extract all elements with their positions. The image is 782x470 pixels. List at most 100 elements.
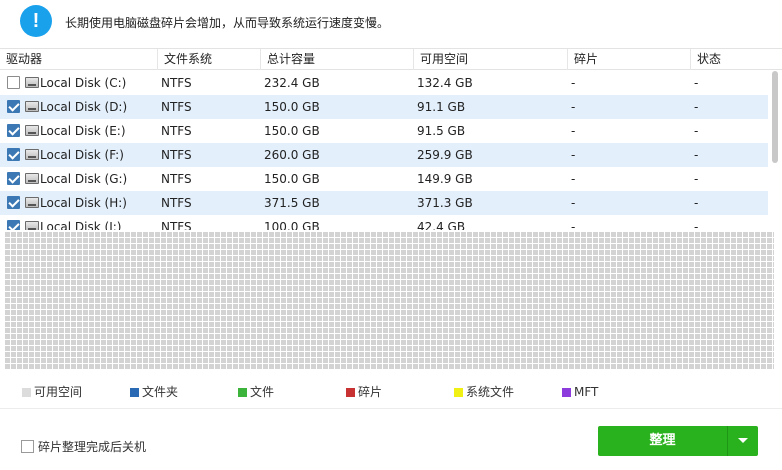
drive-status: - (694, 76, 699, 90)
legend-label: 系统文件 (466, 385, 515, 399)
drive-fragment: - (571, 148, 576, 162)
drive-filesystem: NTFS (161, 100, 192, 114)
drive-total: 100.0 GB (264, 220, 320, 230)
drive-fragment: - (571, 100, 576, 114)
scrollbar-thumb[interactable] (772, 71, 778, 163)
drive-name: Local Disk (E:) (40, 124, 126, 138)
legend-swatch (454, 388, 463, 397)
legend-swatch (346, 388, 355, 397)
column-header-total[interactable]: 总计容量 (261, 49, 414, 70)
drive-filesystem: NTFS (161, 196, 192, 210)
legend-swatch (22, 388, 31, 397)
hard-disk-icon (25, 197, 39, 208)
drive-fragment: - (571, 220, 576, 230)
drive-name: Local Disk (C:) (40, 76, 127, 90)
legend-item: 文件 (238, 382, 274, 402)
legend-item: 可用空间 (22, 382, 82, 402)
drive-table: 驱动器 文件系统 总计容量 可用空间 碎片 状态 Local Disk (C:)… (0, 48, 782, 230)
disk-block-map (4, 231, 774, 369)
drive-filesystem: NTFS (161, 172, 192, 186)
footer-divider (0, 408, 782, 409)
drive-filesystem: NTFS (161, 148, 192, 162)
hard-disk-icon (25, 149, 39, 160)
drive-filesystem: NTFS (161, 76, 192, 90)
drive-total: 150.0 GB (264, 124, 320, 138)
drive-total: 371.5 GB (264, 196, 320, 210)
drive-total: 260.0 GB (264, 148, 320, 162)
drive-free: 91.1 GB (417, 100, 466, 114)
legend-item: MFT (562, 382, 598, 402)
legend-item: 碎片 (346, 382, 382, 402)
column-header-drive[interactable]: 驱动器 (0, 49, 158, 70)
table-row[interactable]: Local Disk (H:) NTFS 371.5 GB 371.3 GB - - (0, 191, 768, 215)
table-row[interactable]: Local Disk (F:) NTFS 260.0 GB 259.9 GB - - (0, 143, 768, 167)
legend-label: 文件夹 (142, 385, 179, 399)
legend-label: 可用空间 (34, 385, 83, 399)
drive-total: 232.4 GB (264, 76, 320, 90)
drive-status: - (694, 100, 699, 114)
legend: 可用空间 文件夹 文件 碎片 系统文件 MFT (0, 382, 782, 402)
drive-checkbox[interactable] (7, 124, 20, 137)
drive-fragment: - (571, 124, 576, 138)
table-body: Local Disk (C:) NTFS 232.4 GB 132.4 GB - - Loc… (0, 71, 770, 230)
table-row[interactable]: Local Disk (D:) NTFS 150.0 GB 91.1 GB - - (0, 95, 768, 119)
defrag-button[interactable]: 整理 (598, 426, 727, 456)
column-header-status[interactable]: 状态 (691, 49, 782, 70)
table-row[interactable]: Local Disk (G:) NTFS 150.0 GB 149.9 GB - - (0, 167, 768, 191)
hard-disk-icon (25, 173, 39, 184)
legend-item: 系统文件 (454, 382, 514, 402)
drive-name: Local Disk (D:) (40, 100, 128, 114)
table-scrollbar[interactable] (771, 71, 779, 211)
column-header-filesystem[interactable]: 文件系统 (158, 49, 261, 70)
drive-checkbox[interactable] (7, 220, 20, 230)
legend-label: 文件 (250, 385, 275, 399)
shutdown-label[interactable]: 碎片整理完成后关机 (38, 438, 146, 455)
drive-free: 259.9 GB (417, 148, 473, 162)
legend-swatch (130, 388, 139, 397)
table-header: 驱动器 文件系统 总计容量 可用空间 碎片 状态 (0, 49, 782, 70)
drive-checkbox[interactable] (7, 148, 20, 161)
drive-free: 149.9 GB (417, 172, 473, 186)
table-row[interactable]: Local Disk (E:) NTFS 150.0 GB 91.5 GB - - (0, 119, 768, 143)
column-header-free[interactable]: 可用空间 (414, 49, 568, 70)
drive-free: 132.4 GB (417, 76, 473, 90)
legend-swatch (562, 388, 571, 397)
legend-label: MFT (574, 385, 599, 399)
drive-fragment: - (571, 196, 576, 210)
drive-fragment: - (571, 76, 576, 90)
drive-status: - (694, 220, 699, 230)
drive-status: - (694, 196, 699, 210)
exclamation-icon: ! (20, 5, 52, 37)
drive-free: 42.4 GB (417, 220, 466, 230)
shutdown-checkbox[interactable] (21, 440, 34, 453)
legend-label: 碎片 (358, 385, 383, 399)
legend-swatch (238, 388, 247, 397)
table-row[interactable]: Local Disk (C:) NTFS 232.4 GB 132.4 GB - - (0, 71, 768, 95)
drive-total: 150.0 GB (264, 172, 320, 186)
drive-checkbox[interactable] (7, 196, 20, 209)
hard-disk-icon (25, 101, 39, 112)
drive-status: - (694, 172, 699, 186)
drive-name: Local Disk (H:) (40, 196, 127, 210)
column-header-fragment[interactable]: 碎片 (568, 49, 691, 70)
defrag-dropdown-button[interactable] (728, 426, 758, 456)
hard-disk-icon (25, 77, 39, 88)
drive-name: Local Disk (F:) (40, 148, 124, 162)
drive-name: Local Disk (G:) (40, 172, 128, 186)
drive-total: 150.0 GB (264, 100, 320, 114)
drive-status: - (694, 148, 699, 162)
drive-checkbox[interactable] (7, 100, 20, 113)
hard-disk-icon (25, 125, 39, 136)
legend-item: 文件夹 (130, 382, 178, 402)
drive-checkbox[interactable] (7, 172, 20, 185)
drive-free: 371.3 GB (417, 196, 473, 210)
drive-name: Local Disk (I:) (40, 220, 122, 230)
table-row[interactable]: Local Disk (I:) NTFS 100.0 GB 42.4 GB - - (0, 215, 768, 230)
disk-defrag-panel: ! 长期使用电脑磁盘碎片会增加，从而导致系统运行速度变慢。 驱动器 文件系统 总… (0, 0, 782, 470)
header-message: 长期使用电脑磁盘碎片会增加，从而导致系统运行速度变慢。 (65, 16, 390, 30)
drive-status: - (694, 124, 699, 138)
drive-free: 91.5 GB (417, 124, 466, 138)
drive-filesystem: NTFS (161, 220, 192, 230)
drive-fragment: - (571, 172, 576, 186)
drive-checkbox[interactable] (7, 76, 20, 89)
